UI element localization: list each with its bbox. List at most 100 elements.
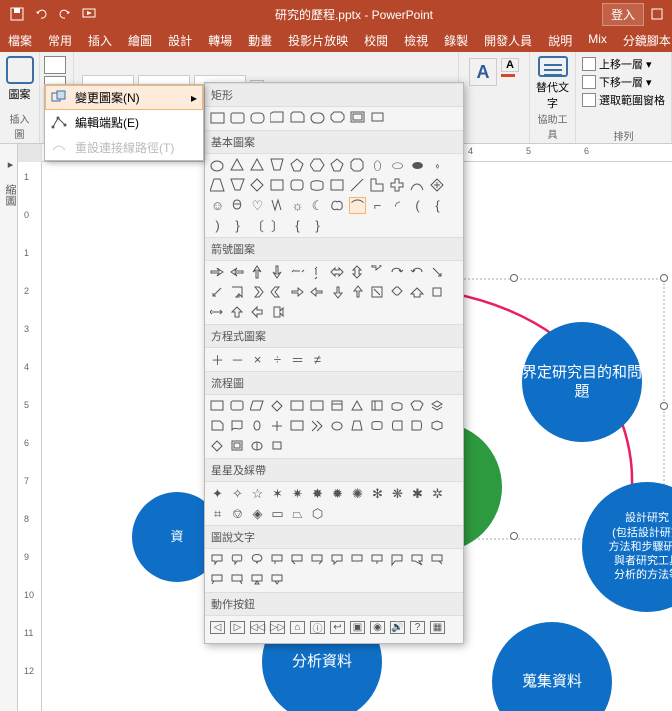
edit-shape-button[interactable]	[44, 56, 66, 74]
shape-option[interactable]	[369, 284, 386, 301]
shape-option[interactable]: ≠	[309, 351, 326, 368]
shape-option[interactable]	[229, 572, 246, 589]
shape-option[interactable]: ✲	[429, 485, 446, 502]
shape-option[interactable]: ⬭	[389, 157, 406, 174]
shapes-icon[interactable]	[6, 56, 34, 84]
shape-option[interactable]	[429, 284, 446, 301]
shape-option[interactable]	[369, 552, 386, 569]
shape-option[interactable]	[409, 398, 426, 415]
shape-option[interactable]	[409, 264, 426, 281]
selection-pane-button[interactable]: 選取範圍窗格	[582, 92, 665, 108]
shape-option[interactable]	[349, 264, 366, 281]
shape-option[interactable]: ▦	[429, 619, 446, 636]
shape-option[interactable]	[229, 177, 246, 194]
shape-option[interactable]	[209, 264, 226, 281]
shape-option[interactable]: ⌗	[209, 505, 226, 522]
shape-option[interactable]	[229, 284, 246, 301]
shape-option[interactable]	[269, 418, 286, 435]
shape-option[interactable]: ♡	[249, 197, 266, 214]
bring-forward-button[interactable]: 上移一層 ▾	[582, 56, 665, 72]
shape-option[interactable]	[209, 552, 226, 569]
shape-option[interactable]: ⌂	[289, 619, 306, 636]
wordart-swatch[interactable]: A	[469, 58, 497, 86]
shape-option[interactable]	[209, 418, 226, 435]
shape-option[interactable]: ⏢	[289, 505, 306, 522]
shape-option[interactable]: ▷▷	[269, 619, 286, 636]
shape-option[interactable]	[229, 157, 246, 174]
shape-option[interactable]	[429, 418, 446, 435]
tab-file[interactable]: 檔案	[0, 28, 40, 52]
shape-option[interactable]	[269, 572, 286, 589]
shape-option[interactable]	[389, 284, 406, 301]
shape-option[interactable]: ÷	[269, 351, 286, 368]
tab-home[interactable]: 常用	[40, 28, 80, 52]
shape-option[interactable]: ⬫	[429, 157, 446, 174]
shape-option[interactable]	[309, 110, 326, 127]
shape-option[interactable]: ✻	[369, 485, 386, 502]
shape-option[interactable]	[309, 552, 326, 569]
shape-option[interactable]	[309, 284, 326, 301]
shape-option[interactable]	[429, 552, 446, 569]
shape-option[interactable]: ✶	[269, 485, 286, 502]
shape-option[interactable]	[429, 177, 446, 194]
shape-option[interactable]: ⎊	[229, 505, 246, 522]
redo-icon[interactable]	[56, 5, 74, 23]
shape-option[interactable]	[249, 438, 266, 455]
shape-option[interactable]	[269, 284, 286, 301]
send-backward-button[interactable]: 下移一層 ▾	[582, 74, 665, 90]
shape-option[interactable]	[369, 418, 386, 435]
shape-option[interactable]	[249, 284, 266, 301]
shape-option[interactable]: 〔	[249, 217, 266, 234]
shape-option[interactable]	[209, 398, 226, 415]
shape-option[interactable]	[349, 418, 366, 435]
circle-purpose[interactable]: 界定研究目的和問題	[522, 322, 642, 442]
tab-animations[interactable]: 動畫	[240, 28, 280, 52]
shape-option[interactable]	[309, 418, 326, 435]
shape-option[interactable]	[249, 157, 266, 174]
tab-slideshow[interactable]: 投影片放映	[280, 28, 356, 52]
shape-option[interactable]	[409, 552, 426, 569]
shape-option[interactable]: ↩	[329, 619, 346, 636]
shape-option[interactable]	[389, 552, 406, 569]
shape-option[interactable]	[269, 552, 286, 569]
signin-button[interactable]: 登入	[602, 3, 644, 26]
shape-option[interactable]	[369, 177, 386, 194]
alt-text-icon[interactable]	[538, 56, 568, 77]
shape-option[interactable]	[249, 552, 266, 569]
menu-change-shape[interactable]: 變更圖案(N) ▸	[45, 85, 203, 110]
shape-option[interactable]	[269, 110, 286, 127]
shape-option[interactable]: ✧	[229, 485, 246, 502]
shape-option[interactable]	[269, 177, 286, 194]
shape-option[interactable]	[269, 197, 286, 214]
shape-option[interactable]: ☆	[249, 485, 266, 502]
shape-option[interactable]	[329, 157, 346, 174]
shape-option[interactable]	[349, 110, 366, 127]
shape-option[interactable]: }	[309, 217, 326, 234]
shape-option[interactable]	[409, 177, 426, 194]
shape-option[interactable]	[329, 398, 346, 415]
shape-option[interactable]	[309, 398, 326, 415]
shape-option[interactable]: (	[409, 197, 426, 214]
shape-option[interactable]: ❋	[389, 485, 406, 502]
shape-option[interactable]	[329, 197, 346, 214]
shape-option[interactable]	[389, 398, 406, 415]
shape-option[interactable]: ⓘ	[309, 619, 326, 636]
shape-option[interactable]	[309, 177, 326, 194]
shape-option[interactable]	[249, 264, 266, 281]
shape-option[interactable]: ⬯	[369, 157, 386, 174]
shape-option[interactable]: ⬡	[309, 505, 326, 522]
shape-option[interactable]	[389, 177, 406, 194]
shape-option[interactable]: ◜	[389, 197, 406, 214]
shape-option[interactable]: ▷	[229, 619, 246, 636]
shape-option[interactable]	[209, 157, 226, 174]
tab-insert[interactable]: 插入	[80, 28, 120, 52]
shape-option[interactable]	[409, 284, 426, 301]
circle-collect[interactable]: 蒐集資料	[492, 622, 612, 711]
tab-mix[interactable]: Mix	[580, 28, 615, 52]
shape-option[interactable]: {	[289, 217, 306, 234]
shape-option[interactable]	[229, 398, 246, 415]
shape-option[interactable]: {	[429, 197, 446, 214]
shape-option[interactable]	[289, 284, 306, 301]
shape-option[interactable]: ＝	[289, 351, 306, 368]
shape-option[interactable]	[209, 304, 226, 321]
